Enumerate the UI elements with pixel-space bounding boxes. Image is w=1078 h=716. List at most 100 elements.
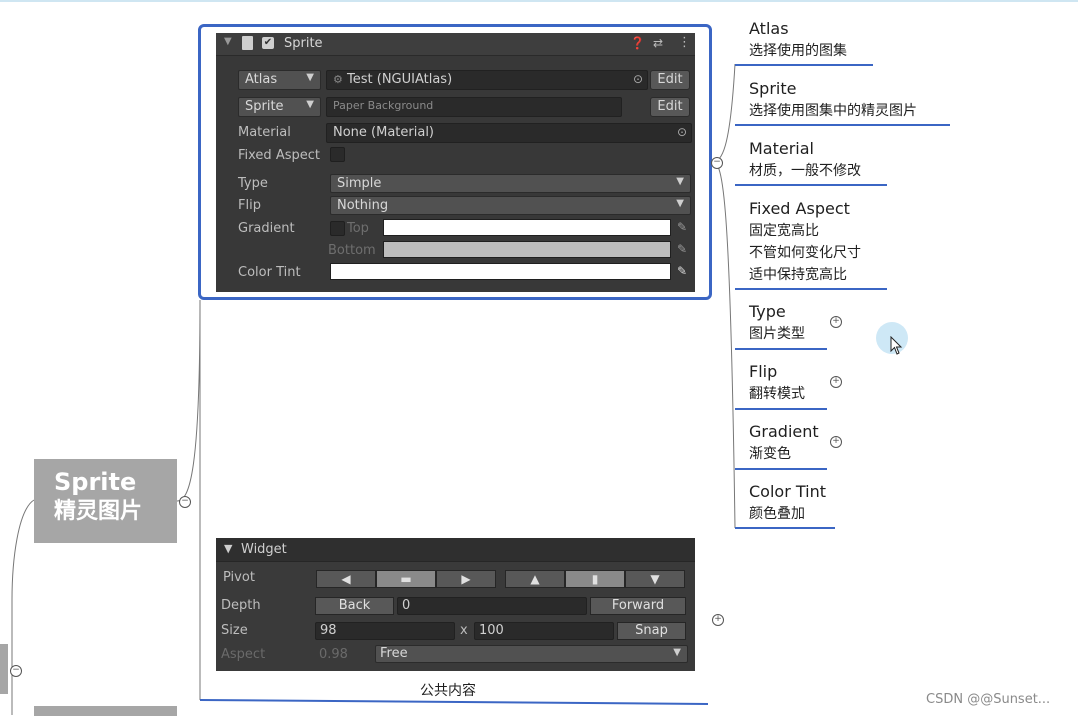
chevron-down-icon: ▼ [673,647,681,658]
aspect-mode-value: Free [380,646,408,661]
note-atlas[interactable]: Atlas 选择使用的图集 [749,18,847,62]
note-underline [735,527,835,529]
material-field[interactable]: None (Material) ⊙ [326,123,692,143]
topic-subtitle: 精灵图片 [54,499,143,524]
snap-button[interactable]: Snap [617,622,686,640]
script-icon [242,36,253,50]
note-title: Fixed Aspect [749,199,850,218]
note-title: Type [749,302,786,321]
depth-back-button[interactable]: Back [315,597,394,615]
flip-dropdown[interactable]: Nothing ▼ [330,196,691,215]
common-content-label: 公共内容 [420,683,476,699]
collapse-icon[interactable]: − [10,665,22,677]
depth-forward-button[interactable]: Forward [590,597,686,615]
aspect-value: 0.98 [319,647,348,662]
atlas-edit-button[interactable]: Edit [650,70,690,90]
note-line: 渐变色 [749,446,791,462]
atlas-field[interactable]: ⚙ Test (NGUIAtlas) ⊙ [326,70,648,90]
more-menu-icon[interactable]: ⋮ [678,35,691,50]
sprite-inspector: ▼ ✔ Sprite ❓ ⇄ ⋮ Atlas ▼ ⚙ Test (NGUIAtl… [216,33,695,292]
note-title: Flip [749,362,778,381]
fixed-aspect-label: Fixed Aspect [238,148,320,163]
sprite-dropdown-label: Sprite [245,99,284,114]
size-separator: x [460,623,468,638]
depth-label: Depth [221,598,261,613]
color-tint-label: Color Tint [238,265,301,280]
preset-icon[interactable]: ⇄ [653,36,663,50]
chevron-down-icon: ▼ [676,176,684,187]
size-height-input[interactable]: 100 [474,622,614,640]
note-underline [735,348,827,350]
gradient-top-color[interactable] [383,219,671,236]
note-underline [735,64,873,66]
note-color-tint[interactable]: Color Tint 颜色叠加 [749,481,826,525]
note-material[interactable]: Material 材质，一般不修改 [749,138,861,182]
sprite-dropdown[interactable]: Sprite ▼ [238,97,321,117]
size-label: Size [221,623,248,638]
note-line: 翻转模式 [749,386,805,402]
eyedropper-icon[interactable]: ✎ [677,220,691,234]
note-underline [735,468,827,470]
widget-header[interactable]: ▼ Widget [216,538,695,562]
note-underline [735,184,887,186]
sprite-field[interactable]: Paper Background [326,97,622,117]
aspect-mode-dropdown[interactable]: Free ▼ [375,645,688,663]
help-icon[interactable]: ❓ [630,36,645,50]
widget-inspector: ▼ Widget Pivot ◀ ▬ ▶ ▲ ▮ ▼ Depth Back 0 … [216,538,695,671]
eyedropper-icon[interactable]: ✎ [677,264,691,278]
gradient-checkbox[interactable] [330,221,345,236]
flip-label: Flip [238,198,261,213]
fixed-aspect-checkbox[interactable] [330,147,345,162]
eyedropper-icon[interactable]: ✎ [677,242,691,256]
size-width-input[interactable]: 98 [315,622,455,640]
sprite-edit-button[interactable]: Edit [650,97,690,117]
note-gradient[interactable]: Gradient 渐变色 [749,421,819,465]
gradient-label: Gradient [238,221,295,236]
note-line: 材质，一般不修改 [749,163,861,179]
chevron-down-icon: ▼ [306,99,314,110]
pivot-bottom-button[interactable]: ▼ [625,570,685,588]
note-title: Sprite [749,79,797,98]
note-line: 选择使用图集中的精灵图片 [749,103,917,119]
atlas-dropdown[interactable]: Atlas ▼ [238,70,321,90]
note-fixed-aspect[interactable]: Fixed Aspect 固定宽高比 不管如何变化尺寸 适中保持宽高比 [749,198,861,286]
watermark: CSDN @@Sunset... [926,692,1051,707]
note-sprite[interactable]: Sprite 选择使用图集中的精灵图片 [749,78,917,122]
note-underline [735,124,950,126]
gradient-bottom-color[interactable] [383,241,671,258]
expand-icon[interactable]: + [830,316,842,328]
note-title: Atlas [749,19,789,38]
object-picker-icon[interactable]: ⊙ [677,125,687,139]
note-line: 颜色叠加 [749,506,805,522]
note-flip[interactable]: Flip 翻转模式 [749,361,805,405]
pivot-label: Pivot [223,570,255,585]
chevron-down-icon: ▼ [676,198,684,209]
pivot-center-button[interactable]: ▬ [376,570,436,588]
expand-icon[interactable]: + [830,376,842,388]
pivot-top-button[interactable]: ▲ [505,570,565,588]
depth-input[interactable]: 0 [397,597,587,615]
color-tint-swatch[interactable] [330,263,671,280]
gradient-bottom-label: Bottom [328,243,376,258]
pivot-left-button[interactable]: ◀ [316,570,376,588]
collapse-icon[interactable]: − [711,157,723,169]
component-title: Sprite [284,36,323,51]
expand-icon[interactable]: + [830,436,842,448]
widget-header-title: Widget [241,542,287,557]
collapse-icon[interactable]: − [179,496,191,508]
foldout-icon[interactable]: ▼ [224,36,232,47]
note-line: 固定宽高比 [749,223,819,239]
pivot-right-button[interactable]: ▶ [436,570,496,588]
enabled-checkbox[interactable]: ✔ [262,37,274,49]
mouse-cursor-icon [890,336,903,355]
pivot-middle-button[interactable]: ▮ [565,570,625,588]
note-line: 图片类型 [749,326,805,342]
atlas-dropdown-label: Atlas [245,72,278,87]
type-dropdown[interactable]: Simple ▼ [330,174,691,193]
topic-sprite[interactable]: Sprite 精灵图片 [34,459,177,543]
note-type[interactable]: Type 图片类型 [749,301,805,345]
sprite-value: Paper Background [333,99,434,112]
expand-icon[interactable]: + [712,614,724,626]
note-line: 适中保持宽高比 [749,267,847,283]
object-picker-icon[interactable]: ⊙ [633,72,643,86]
